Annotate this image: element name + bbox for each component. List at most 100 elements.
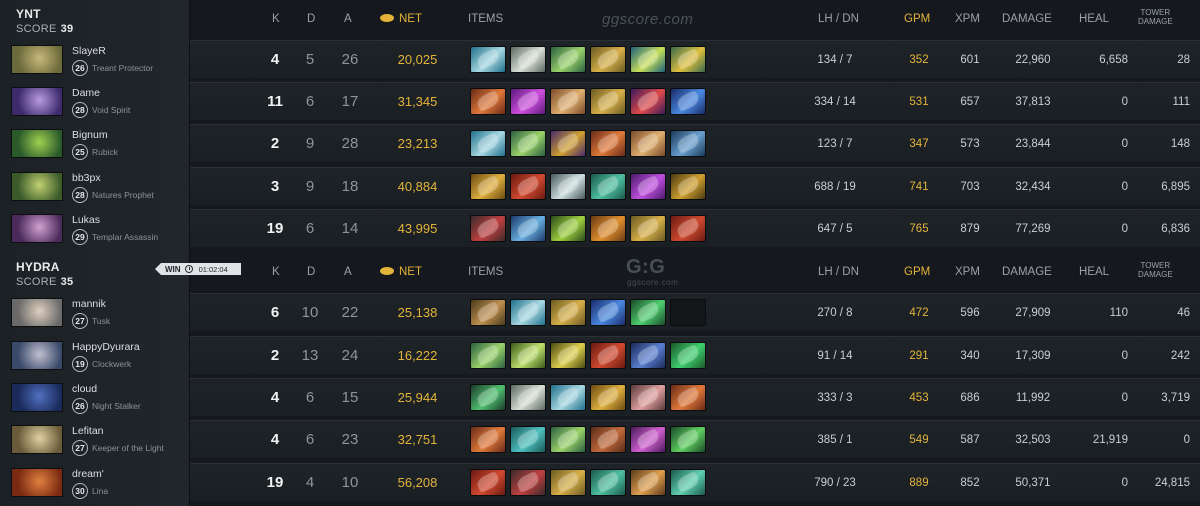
hero-portrait[interactable]	[11, 45, 63, 74]
item-icon[interactable]	[550, 215, 586, 242]
player-name[interactable]: Dame	[72, 87, 100, 99]
player-name[interactable]: Bignum	[72, 129, 108, 141]
item-icon[interactable]	[550, 426, 586, 453]
item-icon[interactable]	[590, 426, 626, 453]
item-icon[interactable]	[510, 426, 546, 453]
item-icon[interactable]	[470, 469, 506, 496]
col-items[interactable]: ITEMS	[468, 266, 503, 278]
item-icon[interactable]	[630, 342, 666, 369]
item-icon[interactable]	[670, 88, 706, 115]
col-xpm[interactable]: XPM	[955, 266, 980, 278]
item-icon[interactable]	[470, 299, 506, 326]
empty-item-slot[interactable]	[670, 299, 706, 326]
item-icon[interactable]	[470, 130, 506, 157]
item-icon[interactable]	[470, 88, 506, 115]
item-icon[interactable]	[590, 299, 626, 326]
player-name[interactable]: Lukas	[72, 214, 100, 226]
player-cell[interactable]: SlayeR 26 Treant Protector	[0, 40, 190, 80]
player-name[interactable]: bb3px	[72, 172, 101, 184]
item-icon[interactable]	[550, 469, 586, 496]
item-icon[interactable]	[470, 173, 506, 200]
item-icon[interactable]	[670, 384, 706, 411]
player-name[interactable]: SlayeR	[72, 45, 106, 57]
item-icon[interactable]	[510, 88, 546, 115]
item-icon[interactable]	[550, 299, 586, 326]
item-icon[interactable]	[590, 342, 626, 369]
hero-portrait[interactable]	[11, 172, 63, 201]
item-icon[interactable]	[590, 215, 626, 242]
col-net[interactable]: NET	[380, 13, 422, 25]
hero-portrait[interactable]	[11, 87, 63, 116]
item-icon[interactable]	[590, 173, 626, 200]
col-heal[interactable]: HEAL	[1079, 13, 1109, 25]
item-icon[interactable]	[590, 384, 626, 411]
item-icon[interactable]	[510, 299, 546, 326]
item-icon[interactable]	[510, 46, 546, 73]
player-cell[interactable]: HappyDyurara 19 Clockwerk	[0, 336, 190, 376]
item-icon[interactable]	[670, 426, 706, 453]
player-cell[interactable]: Bignum 25 Rubick	[0, 124, 190, 164]
item-icon[interactable]	[630, 215, 666, 242]
item-icon[interactable]	[670, 469, 706, 496]
item-icon[interactable]	[670, 342, 706, 369]
hero-portrait[interactable]	[11, 214, 63, 243]
item-icon[interactable]	[670, 173, 706, 200]
player-name[interactable]: mannik	[72, 298, 106, 310]
player-cell[interactable]: bb3px 28 Natures Prophet	[0, 167, 190, 207]
item-icon[interactable]	[590, 46, 626, 73]
player-cell[interactable]: Lukas 29 Templar Assassin	[0, 209, 190, 249]
col-k[interactable]: K	[272, 13, 280, 25]
col-d[interactable]: D	[307, 13, 315, 25]
hero-portrait[interactable]	[11, 129, 63, 158]
team-name[interactable]: YNT	[16, 7, 41, 21]
item-icon[interactable]	[670, 130, 706, 157]
hero-portrait[interactable]	[11, 383, 63, 412]
hero-portrait[interactable]	[11, 298, 63, 327]
item-icon[interactable]	[510, 215, 546, 242]
item-icon[interactable]	[550, 173, 586, 200]
player-cell[interactable]: cloud 26 Night Stalker	[0, 378, 190, 418]
player-cell[interactable]: Lefitan 27 Keeper of the Light	[0, 420, 190, 460]
item-icon[interactable]	[670, 215, 706, 242]
item-icon[interactable]	[470, 215, 506, 242]
item-icon[interactable]	[630, 88, 666, 115]
player-name[interactable]: Lefitan	[72, 425, 104, 437]
item-icon[interactable]	[630, 299, 666, 326]
col-xpm[interactable]: XPM	[955, 13, 980, 25]
hero-portrait[interactable]	[11, 341, 63, 370]
player-name[interactable]: cloud	[72, 383, 97, 395]
player-cell[interactable]: Dame 28 Void Spirit	[0, 82, 190, 122]
hero-portrait[interactable]	[11, 468, 63, 497]
player-cell[interactable]: mannik 27 Tusk	[0, 293, 190, 333]
player-name[interactable]: HappyDyurara	[72, 341, 140, 353]
item-icon[interactable]	[510, 384, 546, 411]
player-name[interactable]: dream'	[72, 468, 104, 480]
col-heal[interactable]: HEAL	[1079, 266, 1109, 278]
col-lh-dn[interactable]: LH / DN	[818, 13, 859, 25]
col-k[interactable]: K	[272, 266, 280, 278]
col-gpm[interactable]: GPM	[904, 266, 930, 278]
item-icon[interactable]	[630, 384, 666, 411]
col-gpm[interactable]: GPM	[904, 13, 930, 25]
player-cell[interactable]: dream' 30 Lina	[0, 463, 190, 503]
col-lh-dn[interactable]: LH / DN	[818, 266, 859, 278]
col-net[interactable]: NET	[380, 266, 422, 278]
col-d[interactable]: D	[307, 266, 315, 278]
item-icon[interactable]	[510, 342, 546, 369]
item-icon[interactable]	[510, 173, 546, 200]
item-icon[interactable]	[630, 469, 666, 496]
col-items[interactable]: ITEMS	[468, 13, 503, 25]
item-icon[interactable]	[630, 426, 666, 453]
item-icon[interactable]	[590, 130, 626, 157]
item-icon[interactable]	[550, 342, 586, 369]
col-a[interactable]: A	[344, 13, 352, 25]
item-icon[interactable]	[630, 173, 666, 200]
item-icon[interactable]	[550, 130, 586, 157]
item-icon[interactable]	[630, 46, 666, 73]
item-icon[interactable]	[470, 426, 506, 453]
col-damage[interactable]: DAMAGE	[1002, 266, 1052, 278]
item-icon[interactable]	[590, 469, 626, 496]
item-icon[interactable]	[670, 46, 706, 73]
item-icon[interactable]	[550, 46, 586, 73]
team-name[interactable]: HYDRA	[16, 260, 60, 274]
